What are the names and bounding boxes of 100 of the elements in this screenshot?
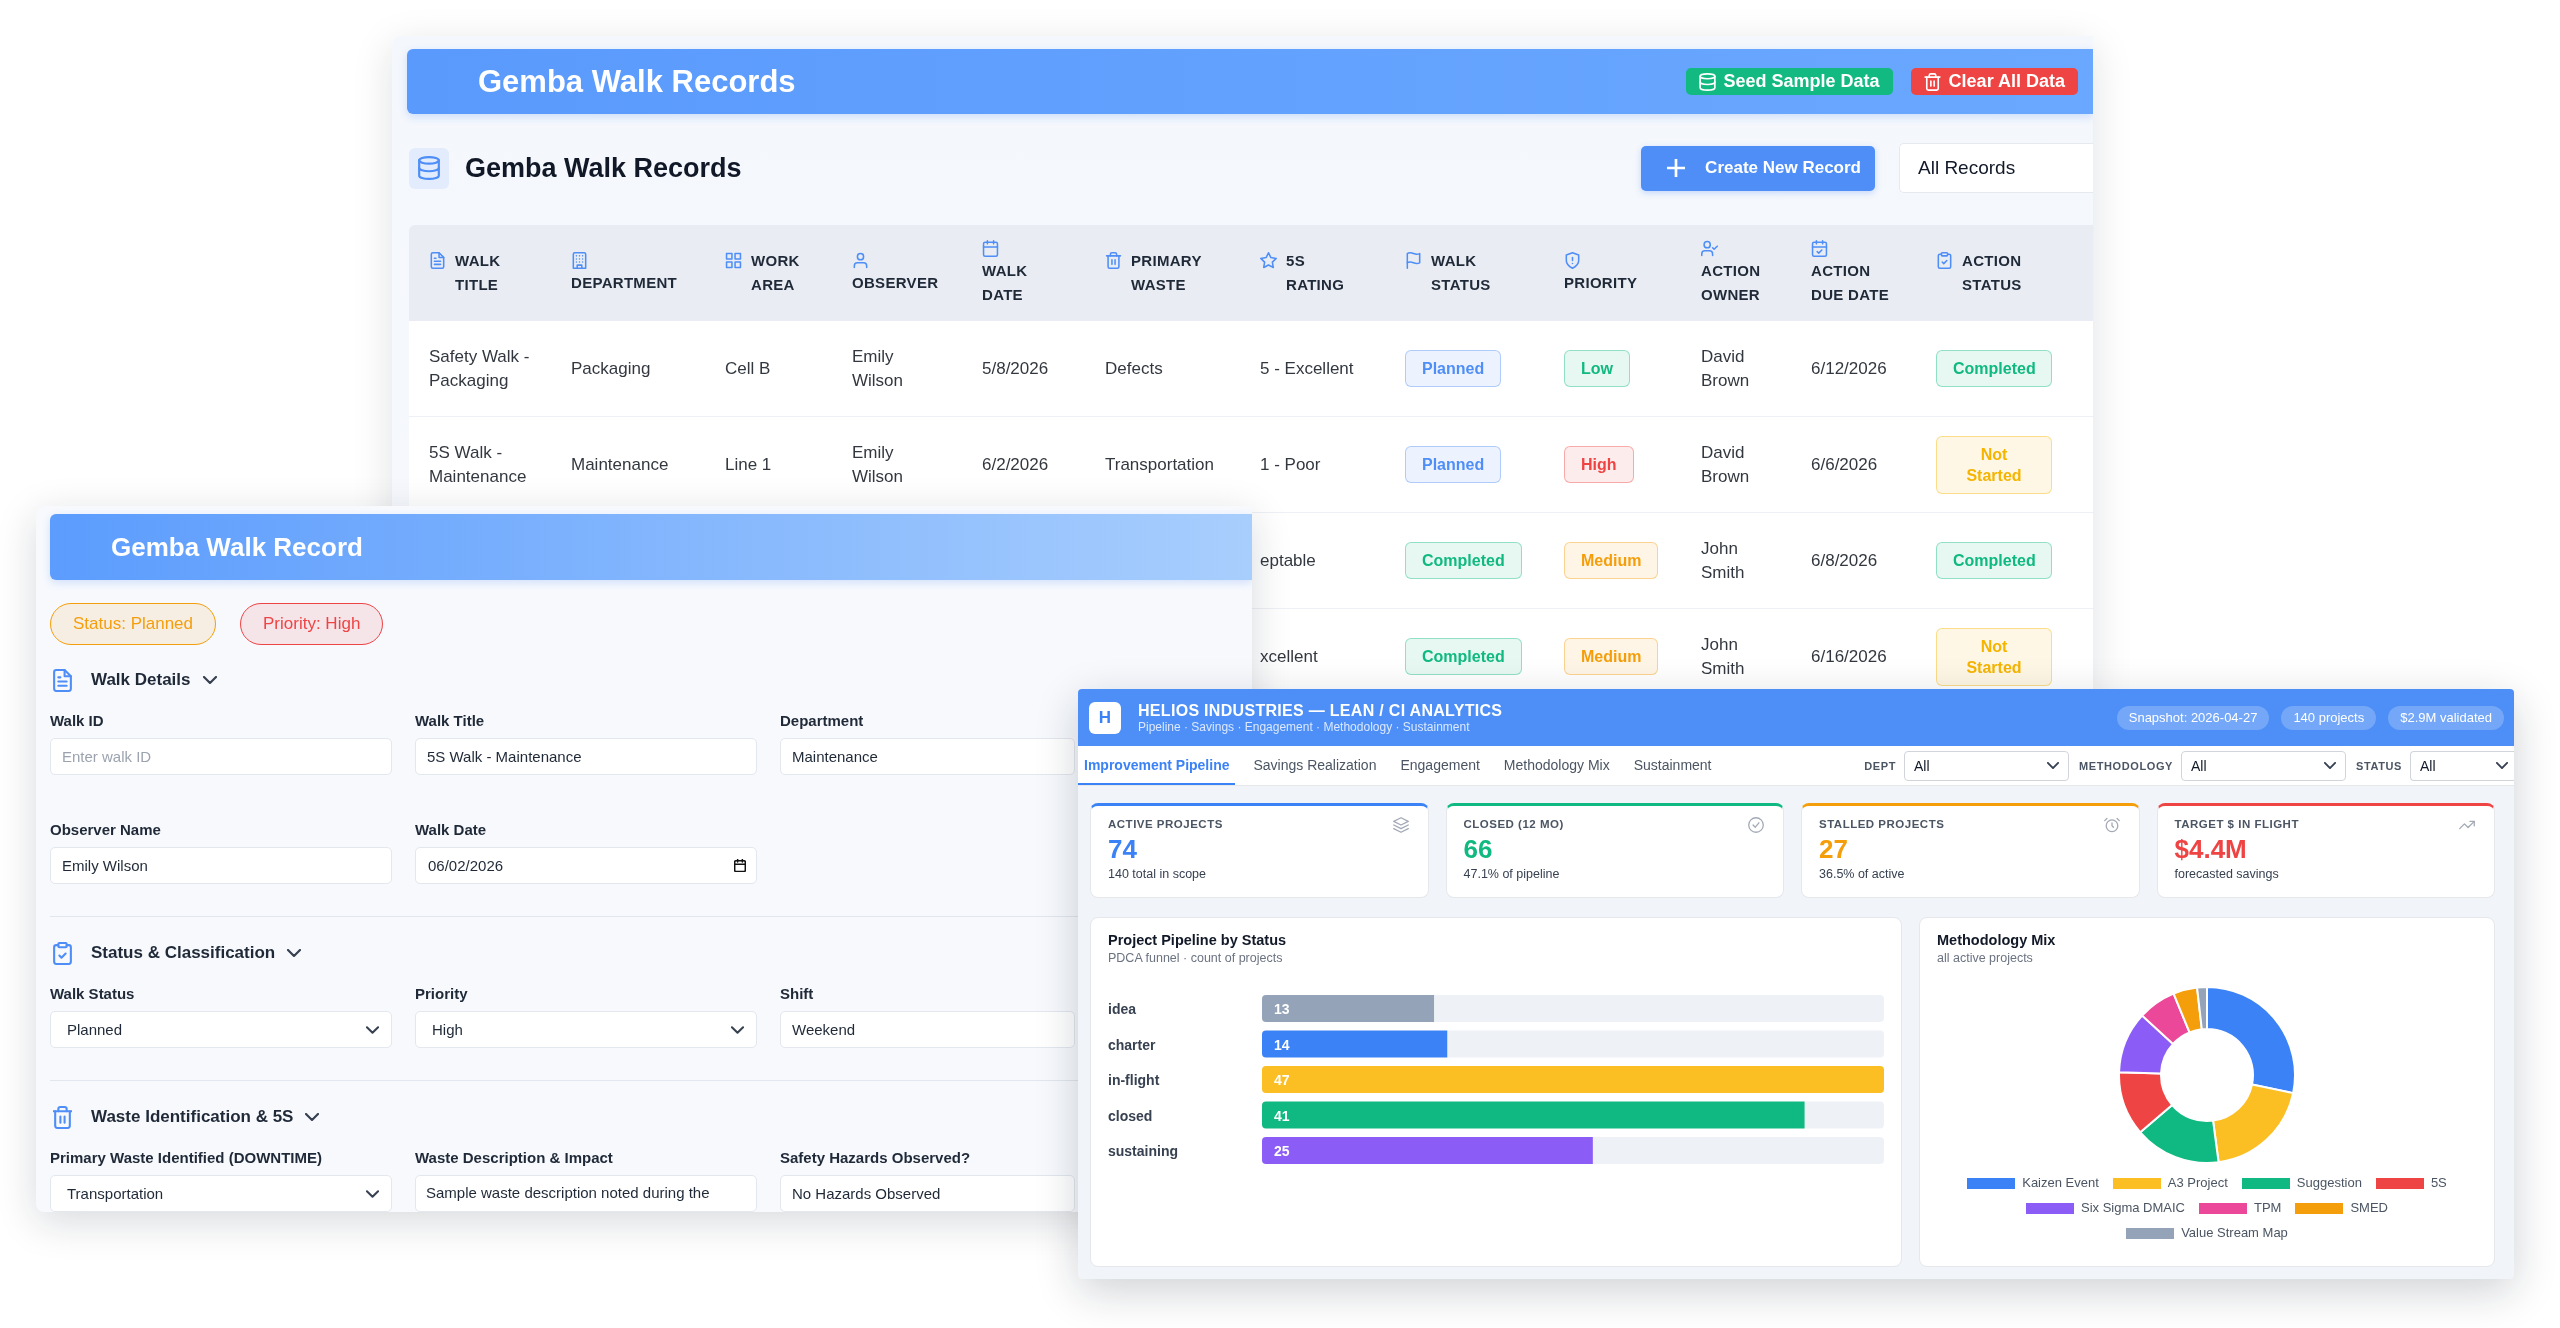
table-cell-text: 6/16/2026 bbox=[1811, 645, 1887, 668]
trash-icon bbox=[1923, 72, 1941, 91]
text-field[interactable]: Maintenance bbox=[780, 738, 1075, 775]
status-pill: Priority: High bbox=[240, 603, 384, 645]
tab[interactable]: Sustainment bbox=[1627, 746, 1718, 785]
column-header[interactable]: 5S RATING bbox=[1286, 249, 1345, 297]
clear-data-button[interactable]: Clear All Data bbox=[1910, 68, 2078, 95]
table-cell-text: 6/6/2026 bbox=[1811, 453, 1878, 476]
date-field[interactable]: 06/02/2026 bbox=[415, 847, 757, 884]
select-field[interactable]: Planned bbox=[50, 1011, 392, 1048]
chevron-down-icon[interactable] bbox=[202, 676, 217, 684]
column-header[interactable]: ACTION OWNER bbox=[1701, 258, 1776, 307]
filter-label: METHODOLOGY bbox=[2079, 759, 2174, 772]
walk-status-badge: Completed bbox=[1405, 638, 1522, 675]
info-chip: $2.9M validated bbox=[2388, 705, 2504, 730]
tab[interactable]: Methodology Mix bbox=[1497, 746, 1616, 785]
text-field[interactable]: Weekend bbox=[780, 1011, 1075, 1048]
kpi-note: forecasted savings bbox=[2174, 866, 2280, 883]
info-chip: 140 projects bbox=[2281, 705, 2377, 730]
column-header[interactable]: OBSERVER bbox=[852, 270, 939, 295]
section-title: Walk Details bbox=[91, 670, 191, 690]
table-cell-text: Line 1 bbox=[725, 453, 772, 476]
table-cell-text: Cell B bbox=[725, 357, 771, 380]
field-label: Walk Title bbox=[415, 712, 485, 730]
category-label: in-flight bbox=[1108, 1072, 1160, 1088]
chart-subtitle: PDCA funnel · count of projects bbox=[1108, 950, 1284, 967]
textarea-field[interactable]: Sample waste description noted during the bbox=[415, 1175, 757, 1212]
field-label: Walk Status bbox=[50, 985, 135, 1003]
column-header[interactable]: PRIORITY bbox=[1564, 270, 1638, 295]
column-header[interactable]: ACTION STATUS bbox=[1962, 249, 2022, 297]
column-header[interactable]: PRIMARY WASTE bbox=[1131, 249, 1202, 297]
dashboard-subtitle: Pipeline · Savings · Engagement · Methodology · Sustainment bbox=[1138, 719, 1471, 735]
records-filter-select[interactable]: All Records bbox=[1899, 143, 2093, 193]
filter-select[interactable]: All bbox=[2181, 750, 2347, 781]
chevron-down-icon[interactable] bbox=[287, 949, 302, 957]
legend-label: Kaizen Event bbox=[2022, 1174, 2099, 1192]
chart-title: Methodology Mix bbox=[1937, 931, 2056, 949]
kpi-label: TARGET $ IN FLIGHT bbox=[2174, 817, 2299, 831]
clipboard-check-icon bbox=[53, 941, 72, 965]
grid-icon bbox=[725, 252, 742, 269]
document-icon bbox=[53, 668, 72, 692]
tab[interactable]: Engagement bbox=[1394, 746, 1486, 785]
category-label: closed bbox=[1108, 1107, 1153, 1124]
column-header[interactable]: WORK AREA bbox=[751, 249, 800, 297]
table-cell-text: Maintenance bbox=[571, 453, 669, 476]
shield-alert-icon bbox=[1564, 251, 1581, 269]
bar-value-label: 41 bbox=[1274, 1107, 1290, 1124]
column-header[interactable]: WALK TITLE bbox=[455, 249, 501, 297]
action-status-badge: Completed bbox=[1936, 542, 2052, 579]
legend-label: Six Sigma DMAIC bbox=[2080, 1199, 2185, 1217]
chevron-down-icon[interactable] bbox=[305, 1113, 320, 1121]
kpi-value: 27 bbox=[1819, 834, 1849, 865]
calendar-check-icon bbox=[1811, 239, 1828, 257]
table-cell-text: Packaging bbox=[571, 357, 651, 380]
legend-label: 5S bbox=[2430, 1174, 2447, 1192]
form-title: Gemba Walk Record bbox=[111, 531, 363, 563]
bar-value-label: 14 bbox=[1274, 1036, 1290, 1053]
filter-label: DEPT bbox=[1864, 759, 1897, 772]
filter-select[interactable]: All bbox=[1904, 750, 2070, 781]
priority-badge: High bbox=[1564, 446, 1634, 483]
clipboard-check-icon bbox=[1936, 252, 1953, 269]
chevron-down-icon bbox=[2324, 762, 2337, 769]
walk-status-badge: Planned bbox=[1405, 446, 1502, 483]
list-title: Gemba Walk Records bbox=[465, 152, 742, 184]
walk-status-badge: Planned bbox=[1405, 350, 1502, 387]
logo: H bbox=[1089, 701, 1121, 734]
field-label: Observer Name bbox=[50, 821, 161, 839]
select-field[interactable]: Transportation bbox=[50, 1175, 392, 1212]
table-cell-text: Transportation bbox=[1105, 453, 1214, 476]
field-label: Walk ID bbox=[50, 712, 104, 730]
tab[interactable]: Improvement Pipeline bbox=[1078, 746, 1236, 785]
field-label: Walk Date bbox=[415, 821, 487, 839]
table-cell-text: Defects bbox=[1105, 357, 1163, 380]
column-header[interactable]: WALK DATE bbox=[982, 258, 1042, 307]
text-field[interactable]: No Hazards Observed bbox=[780, 1175, 1075, 1212]
field-label: Primary Waste Identified (DOWNTIME) bbox=[50, 1149, 322, 1167]
field-label: Department bbox=[780, 712, 864, 730]
chevron-down-icon bbox=[366, 1189, 379, 1198]
legend-label: SMED bbox=[2350, 1199, 2388, 1217]
column-header[interactable]: ACTION DUE DATE bbox=[1811, 258, 1896, 307]
bar-value-label: 25 bbox=[1274, 1143, 1290, 1159]
table-cell-text: xcellent bbox=[1260, 645, 1318, 668]
table-cell-text: John Smith bbox=[1701, 633, 1746, 680]
tab[interactable]: Savings Realization bbox=[1247, 746, 1383, 785]
window-title: Gemba Walk Records bbox=[478, 63, 796, 100]
select-field[interactable]: High bbox=[415, 1011, 757, 1048]
table-cell-text: 1 - Poor bbox=[1260, 453, 1321, 476]
column-header[interactable]: DEPARTMENT bbox=[571, 270, 678, 295]
text-field[interactable]: Emily Wilson bbox=[50, 847, 392, 884]
column-header[interactable]: WALK STATUS bbox=[1431, 249, 1491, 297]
text-field[interactable]: 5S Walk - Maintenance bbox=[415, 738, 757, 775]
layers-icon bbox=[1392, 817, 1409, 833]
status-pill: Status: Planned bbox=[50, 603, 217, 645]
dashboard-title: HELIOS INDUSTRIES — LEAN / CI ANALYTICS bbox=[1138, 700, 1503, 720]
kpi-value: 66 bbox=[1463, 834, 1494, 865]
filter-select[interactable]: All bbox=[2410, 750, 2514, 781]
text-field[interactable]: Enter walk ID bbox=[50, 738, 392, 775]
priority-badge: Medium bbox=[1564, 638, 1659, 675]
user-check-icon bbox=[1701, 239, 1718, 257]
database-icon bbox=[409, 147, 449, 189]
